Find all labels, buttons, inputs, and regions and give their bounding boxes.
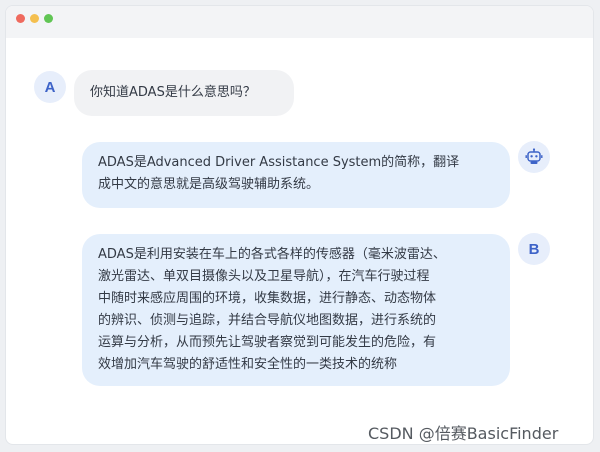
- user-b-message-bubble: ADAS是利用安装在车上的各式各样的传感器（毫米波雷达、 激光雷达、单双目摄像头…: [82, 234, 510, 386]
- watermark: CSDN @倍赛BasicFinder: [368, 424, 559, 443]
- robot-icon: [518, 141, 550, 173]
- minimize-window-dot[interactable]: [30, 14, 39, 23]
- title-bar: [6, 6, 593, 38]
- close-window-dot[interactable]: [16, 14, 25, 23]
- maximize-window-dot[interactable]: [44, 14, 53, 23]
- user-a-avatar: A: [34, 71, 66, 103]
- user-a-message-bubble: 你知道ADAS是什么意思吗？: [74, 70, 294, 116]
- user-b-avatar: B: [518, 233, 550, 265]
- assistant-message-bubble: ADAS是Advanced Driver Assistance System的简…: [82, 142, 510, 208]
